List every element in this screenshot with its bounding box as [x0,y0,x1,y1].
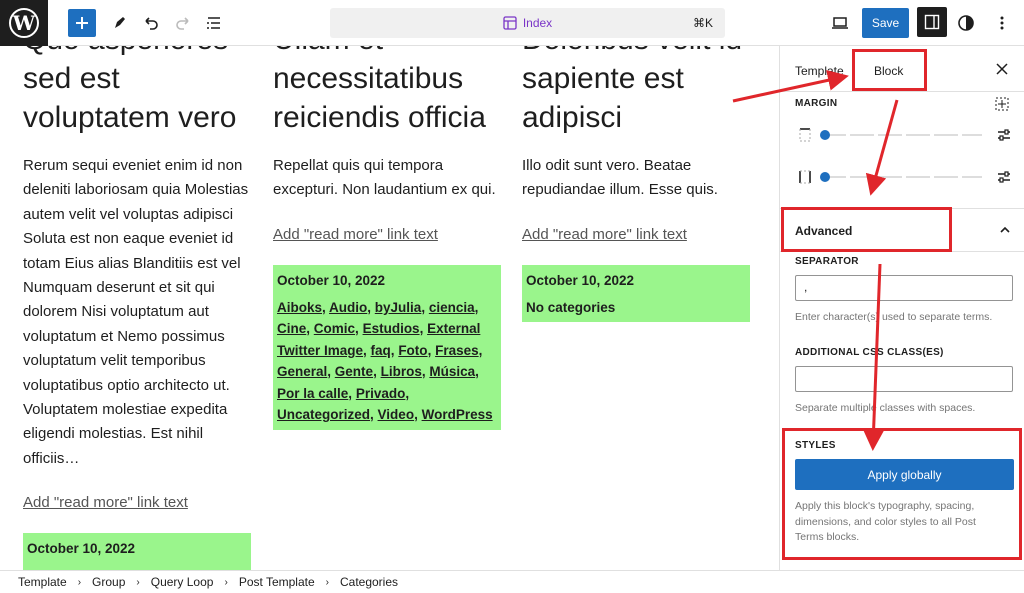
wordpress-logo-icon[interactable]: W [0,0,48,46]
settings-sidebar-toggle-icon[interactable] [917,7,947,37]
category-link[interactable]: Privado [356,386,406,401]
margin-sides-icon [799,170,811,184]
post-date: October 10, 2022 [27,541,136,557]
tools-pencil-icon[interactable] [106,9,134,37]
save-button[interactable]: Save [862,8,909,38]
css-class-label: ADDITIONAL CSS CLASS(ES) [795,347,944,358]
annotation-box-styles [782,428,1022,560]
separator-input[interactable]: , [795,275,1013,301]
category-link[interactable]: Frases [435,343,479,358]
category-link[interactable]: Música [429,364,475,379]
command-shortcut: ⌘K [692,16,713,30]
block-breadcrumb: Template › Group › Query Loop › Post Template ›… [0,570,1024,593]
breadcrumb-item[interactable]: Categories [340,575,398,589]
slider-track[interactable] [822,176,982,178]
svg-text:W: W [12,11,36,35]
category-link[interactable]: Audio [329,300,367,315]
redo-icon[interactable] [169,9,197,37]
category-link[interactable]: Gente [335,364,373,379]
chevron-right-icon: › [77,576,82,588]
post-title[interactable]: Quo asperiores sed est voluptatem vero [23,46,255,137]
margin-label: MARGIN [795,98,838,109]
styles-half-circle-icon[interactable] [952,9,980,37]
command-title-text: Index [522,16,553,30]
post-categories-list[interactable]: Aiboks, Audio, byJulia, ciencia, Cine, C… [277,297,497,426]
more-options-icon[interactable] [988,9,1016,37]
post-column-2: Ullam et necessitatibus reiciendis offic… [273,46,505,430]
close-icon[interactable] [993,60,1011,78]
command-palette-bar[interactable]: Index ⌘K [330,8,725,38]
chevron-right-icon: › [325,576,329,588]
read-more-link[interactable]: Add "read more" link text [23,494,255,511]
add-block-button[interactable] [68,9,96,37]
chevron-right-icon: › [224,576,228,588]
desktop-preview-icon[interactable] [826,9,854,37]
slider-thumb[interactable] [820,130,830,140]
custom-value-icon[interactable] [996,127,1012,143]
category-link[interactable]: Libros [381,364,422,379]
category-link[interactable]: ciencia [429,300,475,315]
post-no-categories: No categories [526,299,616,315]
post-column-3: Doloribus velit id sapiente est adipisci… [522,46,754,323]
category-link[interactable]: WordPress [422,407,493,422]
read-more-link[interactable]: Add "read more" link text [273,226,505,243]
separator-label: SEPARATOR [795,256,859,267]
annotation-box-block-tab [852,49,927,91]
post-column-1: Quo asperiores sed est voluptatem vero R… [23,46,255,570]
post-date: October 10, 2022 [526,272,635,288]
margin-sides-slider[interactable] [794,167,1014,187]
unlink-sides-icon[interactable] [994,96,1010,117]
breadcrumb-item[interactable]: Template [18,575,67,589]
post-date: October 10, 2022 [277,272,386,288]
editor-canvas[interactable]: Quo asperiores sed est voluptatem vero R… [0,46,779,570]
undo-icon[interactable] [137,9,165,37]
category-link[interactable]: Comic [314,321,355,336]
post-meta-block[interactable]: October 10, 2022 Aiboks, Audio, byJulia,… [273,264,501,430]
separator-help: Enter character(s) used to separate term… [795,311,993,323]
breadcrumb-item[interactable]: Group [92,575,125,589]
slider-thumb[interactable] [820,172,830,182]
breadcrumb-item[interactable]: Query Loop [151,575,214,589]
annotation-box-advanced [781,207,952,252]
category-link[interactable]: Estudios [363,321,420,336]
margin-top-side-icon [799,128,811,142]
document-overview-icon[interactable] [200,9,228,37]
post-excerpt[interactable]: Illo odit sunt vero. Beatae repudiandae … [522,154,754,203]
category-link[interactable]: Uncategorized [277,407,370,422]
chevron-up-icon [1000,226,1010,233]
css-class-help: Separate multiple classes with spaces. [795,402,976,414]
custom-value-icon[interactable] [996,169,1012,185]
category-link[interactable]: Aiboks [277,300,322,315]
css-class-input[interactable] [795,366,1013,392]
post-excerpt[interactable]: Repellat quis qui tempora excepturi. Non… [273,154,505,203]
post-excerpt[interactable]: Rerum sequi eveniet enim id non deleniti… [23,154,255,471]
breadcrumb-item[interactable]: Post Template [239,575,315,589]
chevron-right-icon: › [136,576,140,588]
category-link[interactable]: Foto [398,343,427,358]
post-title[interactable]: Ullam et necessitatibus reiciendis offic… [273,46,505,137]
category-link[interactable]: General [277,364,327,379]
slider-track[interactable] [822,134,982,136]
category-link[interactable]: faq [371,343,391,358]
command-title: Index [503,16,552,30]
margin-top-slider[interactable] [794,125,1014,145]
tab-template[interactable]: Template [795,64,844,78]
template-layout-icon [503,16,517,30]
post-title[interactable]: Doloribus velit id sapiente est adipisci [522,46,754,137]
post-meta-block[interactable]: October 10, 2022 No categories [522,264,750,323]
category-link[interactable]: Por la calle [277,386,348,401]
read-more-link[interactable]: Add "read more" link text [522,226,754,243]
category-link[interactable]: Cine [277,321,306,336]
editor-top-bar: W Index ⌘K Save [0,0,1024,46]
category-link[interactable]: Video [378,407,415,422]
category-link[interactable]: byJulia [375,300,422,315]
post-meta-block[interactable]: October 10, 2022 [23,533,251,570]
